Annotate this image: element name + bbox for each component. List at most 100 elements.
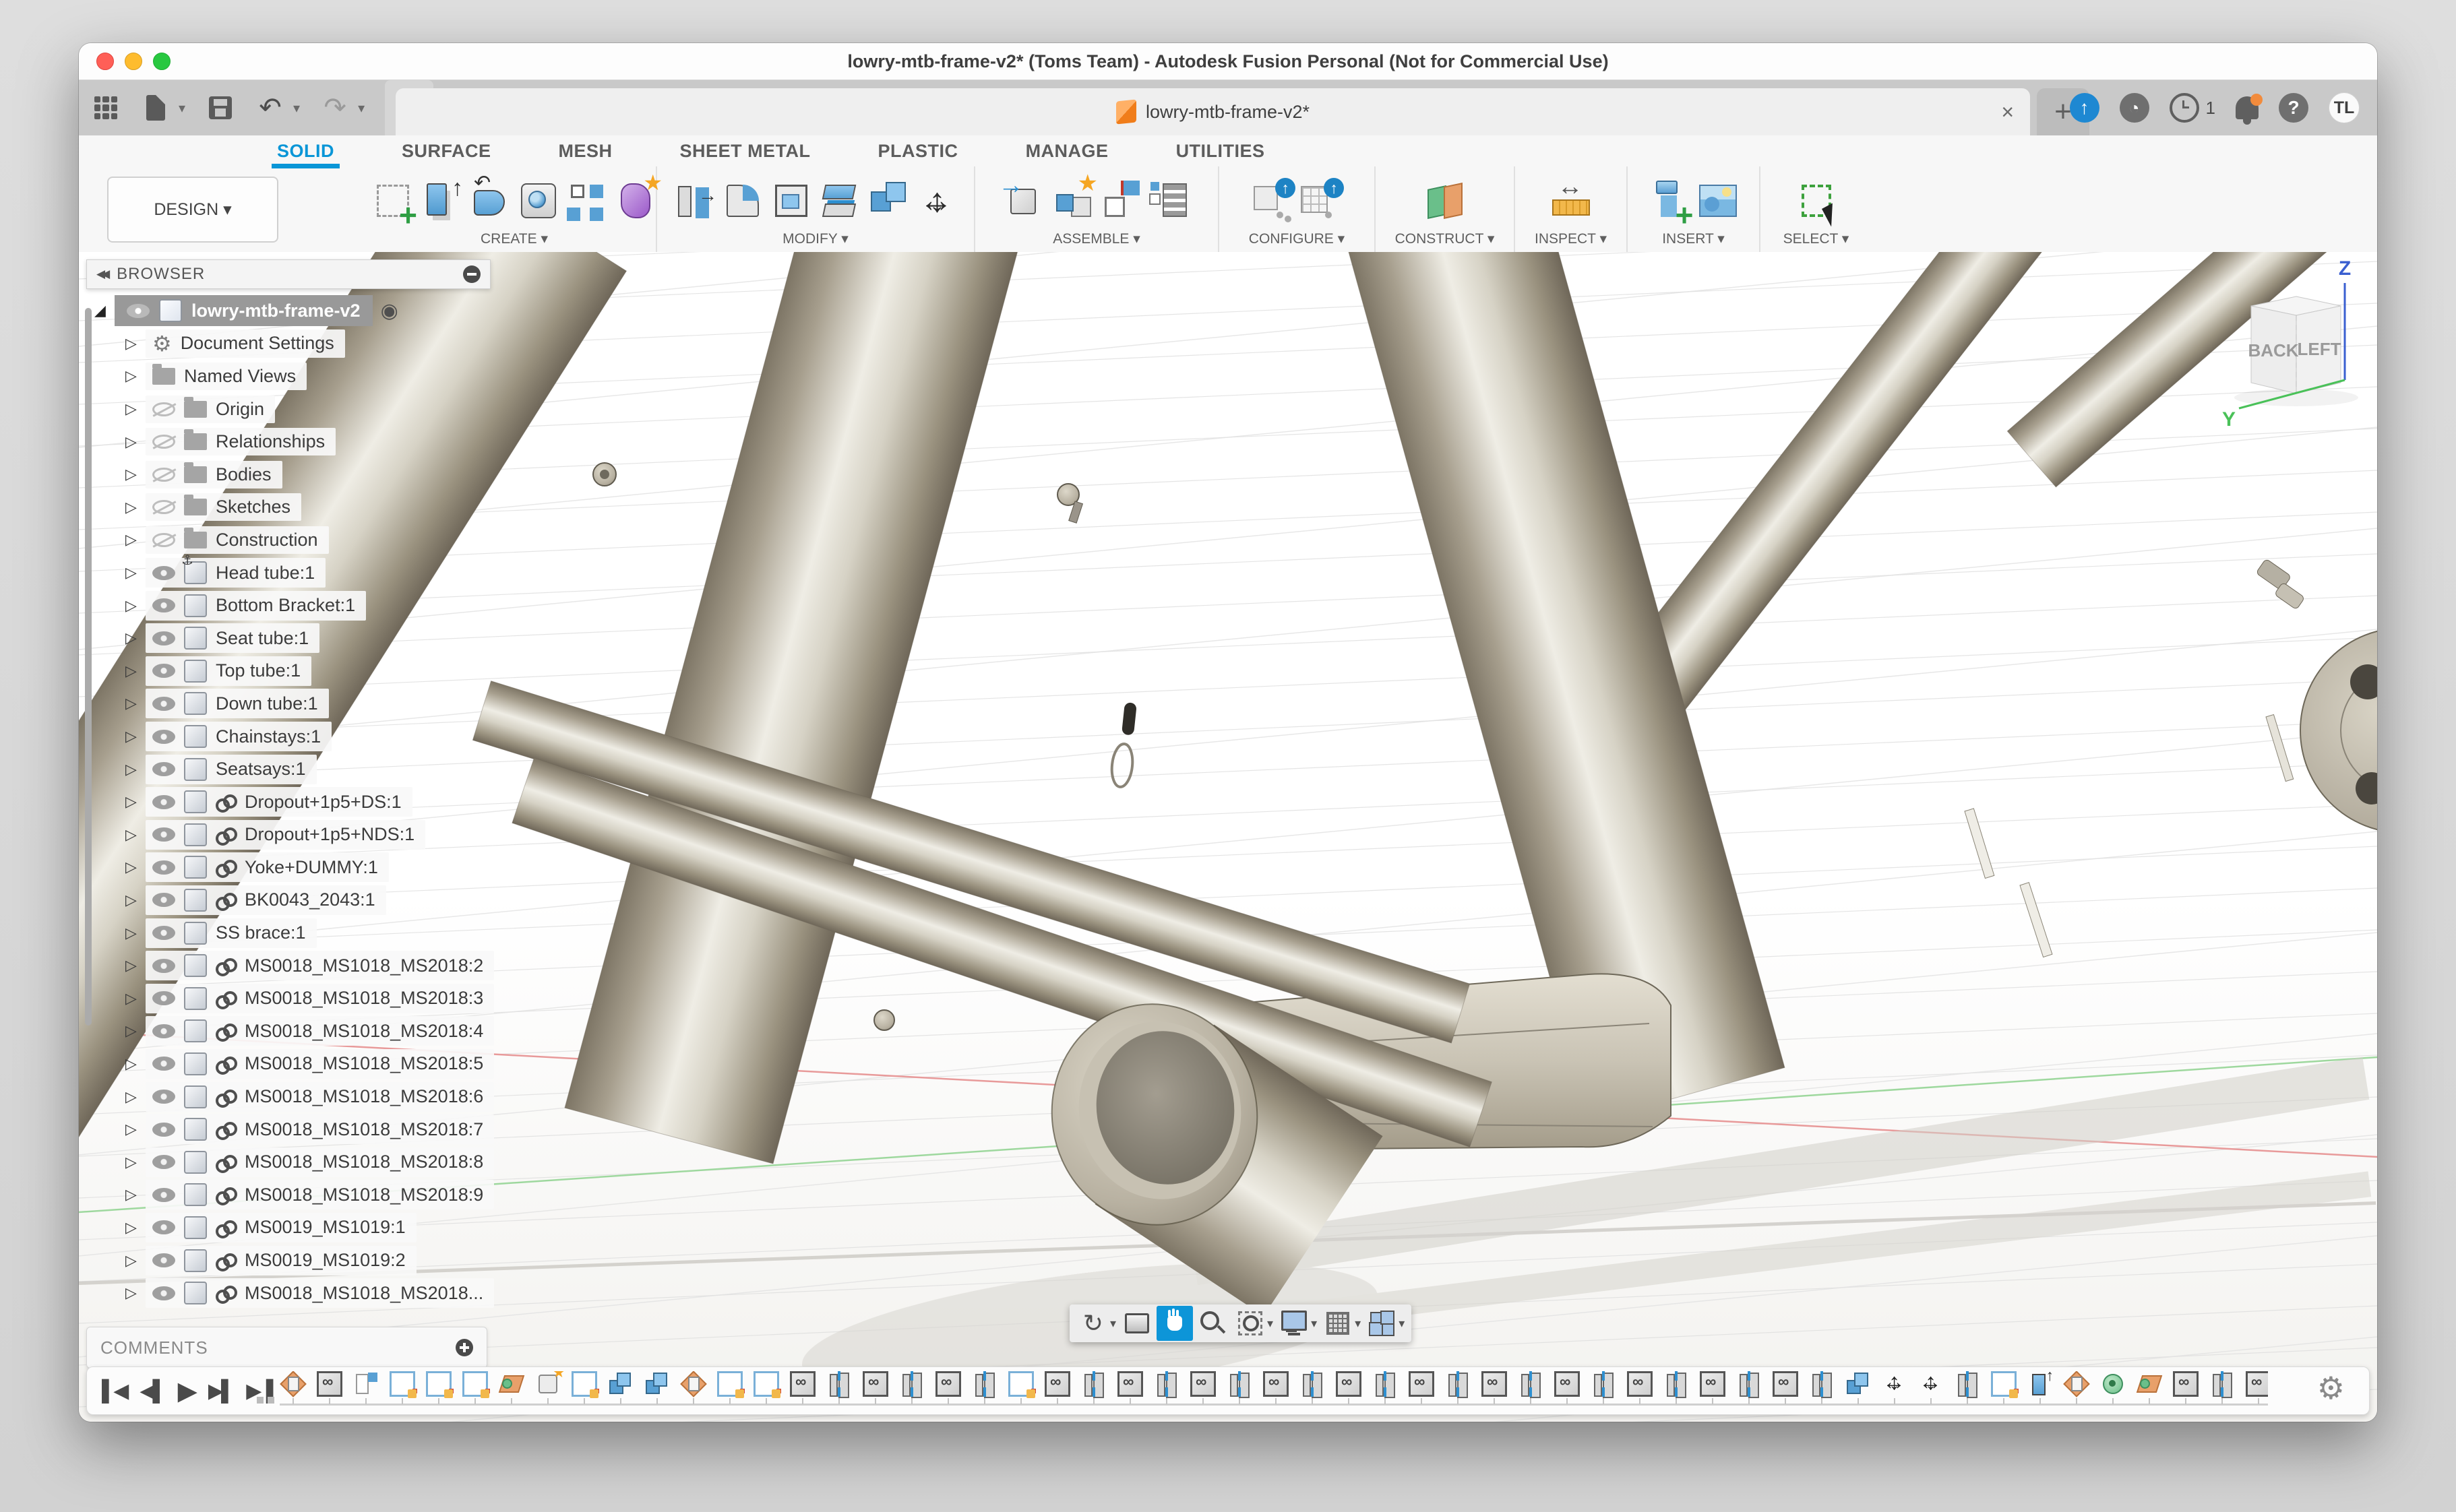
tree-row[interactable]: ▷MS0019_MS1019:1 — [86, 1211, 518, 1245]
expand-arrow-icon[interactable]: ▷ — [125, 761, 146, 778]
expand-arrow-icon[interactable]: ▷ — [125, 1154, 146, 1171]
tree-item-label[interactable]: Head tube:1 — [216, 563, 315, 584]
timeline-feature-link-icon[interactable] — [863, 1371, 888, 1397]
add-comment-icon[interactable] — [456, 1339, 473, 1356]
visibility-eye-icon[interactable] — [152, 827, 175, 842]
tab-sheet-metal[interactable]: SHEET METAL — [679, 138, 812, 164]
timeline-feature-joint-icon[interactable] — [1445, 1371, 1471, 1397]
visibility-eye-icon[interactable] — [152, 664, 175, 678]
timeline-feature-link-icon[interactable] — [1409, 1371, 1434, 1397]
timeline-feature-joint-icon[interactable] — [1518, 1371, 1543, 1397]
timeline-feature-link-icon[interactable] — [1700, 1371, 1725, 1397]
expand-arrow-icon[interactable]: ▷ — [125, 597, 146, 615]
orbit-tool[interactable] — [1075, 1306, 1111, 1341]
dropout-disc[interactable] — [2300, 628, 2377, 833]
visibility-eye-icon[interactable] — [152, 1024, 175, 1038]
timeline-feature-surface-icon[interactable] — [2137, 1371, 2162, 1397]
timeline-feature-link-icon[interactable] — [1554, 1371, 1580, 1397]
display-tool[interactable] — [1276, 1306, 1312, 1341]
tree-item-label[interactable]: MS0019_MS1019:2 — [245, 1250, 406, 1271]
tree-item-label[interactable]: Construction — [216, 530, 318, 550]
expand-arrow-icon[interactable]: ▷ — [125, 826, 146, 844]
tree-row[interactable]: ▷MS0018_MS1018_MS2018:2 — [86, 949, 518, 982]
skip-to-start-icon[interactable]: ▌◀ — [102, 1379, 126, 1403]
visibility-eye-icon[interactable] — [152, 697, 175, 711]
timeline-feature-link-icon[interactable] — [1336, 1371, 1361, 1397]
timeline-feature-combine-icon[interactable] — [608, 1371, 634, 1397]
timeline-feature-link-icon[interactable] — [1773, 1371, 1798, 1397]
visibility-eye-icon[interactable] — [152, 1155, 175, 1169]
timeline-feature-sketch-icon[interactable] — [572, 1371, 597, 1397]
tree-row[interactable]: ▷Seatsays:1 — [86, 753, 518, 786]
timeline-feature-joint-icon[interactable] — [1736, 1371, 1762, 1397]
tree-item-label[interactable]: Dropout+1p5+DS:1 — [245, 792, 402, 813]
timeline-feature-move-icon[interactable] — [1882, 1371, 1907, 1397]
group-label-insert[interactable]: INSERT ▾ — [1628, 230, 1759, 253]
hole-icon[interactable] — [517, 179, 560, 222]
tree-item-label[interactable]: Bodies — [216, 464, 272, 485]
seat-tube[interactable] — [565, 252, 1021, 1164]
tree-row[interactable]: ▷Seat tube:1 — [86, 622, 518, 655]
timeline-feature-flag-icon[interactable] — [353, 1371, 379, 1397]
timeline-feature-joint-icon[interactable] — [1081, 1371, 1107, 1397]
split-body-icon[interactable] — [818, 179, 861, 222]
file-menu-icon[interactable] — [141, 93, 171, 123]
tree-item-label[interactable]: Origin — [216, 399, 264, 420]
expand-arrow-icon[interactable]: ▷ — [125, 531, 146, 548]
tree-row[interactable]: ▷MS0019_MS1019:2 — [86, 1244, 518, 1277]
file-menu-caret-icon[interactable]: ▾ — [179, 100, 185, 117]
undo-caret-icon[interactable]: ▾ — [293, 100, 300, 117]
timeline-feature-joint-icon[interactable] — [1809, 1371, 1835, 1397]
tree-item-label[interactable]: MS0018_MS1018_MS2018:9 — [245, 1185, 483, 1205]
visibility-eye-icon[interactable] — [152, 566, 175, 580]
timeline-feature-link-icon[interactable] — [2246, 1371, 2268, 1397]
shell-icon[interactable] — [770, 179, 813, 222]
tree-item-label[interactable]: Dropout+1p5+NDS:1 — [245, 824, 415, 845]
move-copy-icon[interactable] — [915, 179, 958, 222]
expand-arrow-icon[interactable]: ▷ — [125, 662, 146, 680]
tab-plastic[interactable]: PLASTIC — [877, 138, 960, 164]
visibility-eye-icon[interactable] — [152, 1188, 175, 1202]
visibility-eye-icon[interactable] — [152, 1057, 175, 1071]
hidden-eye-icon[interactable] — [152, 435, 175, 449]
browser-root-row[interactable]: ◢ lowry-mtb-frame-v2 ◉ — [86, 294, 518, 327]
expand-arrow-icon[interactable]: ▷ — [125, 858, 146, 876]
tree-row[interactable]: ▷Sketches — [86, 491, 518, 524]
visibility-eye-icon[interactable] — [152, 1123, 175, 1137]
timeline-feature-joint-icon[interactable] — [826, 1371, 852, 1397]
timeline-feature-sketch-icon[interactable] — [754, 1371, 779, 1397]
expand-arrow-icon[interactable]: ▷ — [125, 990, 146, 1007]
derailleur-hanger[interactable] — [2256, 559, 2305, 610]
tree-item-label[interactable]: MS0018_MS1018_MS2018:5 — [245, 1053, 483, 1074]
timeline-feature-plane-icon[interactable] — [681, 1371, 706, 1397]
tree-row[interactable]: ▷SS brace:1 — [86, 916, 518, 949]
timeline-feature-joint-icon[interactable] — [1663, 1371, 1689, 1397]
visibility-eye-icon[interactable] — [152, 959, 175, 973]
tree-item-label[interactable]: Yoke+DUMMY:1 — [245, 857, 378, 878]
tree-row[interactable]: ▷Relationships — [86, 425, 518, 458]
timeline-feature-joint-icon[interactable] — [1227, 1371, 1252, 1397]
tree-row[interactable]: ▷Origin — [86, 393, 518, 426]
tree-item-label[interactable]: Relationships — [216, 431, 325, 452]
configuration-table-icon[interactable] — [1299, 179, 1343, 222]
tree-item-label[interactable]: MS0018_MS1018_MS2018:7 — [245, 1119, 483, 1140]
timeline-feature-form-icon[interactable] — [535, 1371, 561, 1397]
canvas-icon[interactable] — [1696, 179, 1740, 222]
redo-icon[interactable]: ↷ — [320, 93, 350, 123]
bom-icon[interactable] — [1148, 179, 1191, 222]
timeline-feature-move-icon[interactable] — [1918, 1371, 1944, 1397]
close-tab-icon[interactable]: × — [2001, 100, 2014, 125]
tab-utilities[interactable]: UTILITIES — [1175, 138, 1266, 164]
visibility-eye-icon[interactable] — [152, 631, 175, 645]
hidden-eye-icon[interactable] — [152, 500, 175, 514]
root-component-label[interactable]: lowry-mtb-frame-v2 — [191, 301, 361, 321]
timeline-settings-gear-icon[interactable]: ⚙ — [2317, 1370, 2345, 1406]
hidden-eye-icon[interactable] — [152, 402, 175, 416]
tab-surface[interactable]: SURFACE — [400, 138, 493, 164]
expand-arrow-icon[interactable]: ▷ — [125, 1284, 146, 1302]
joint-icon[interactable] — [1099, 179, 1142, 222]
visibility-eye-icon[interactable] — [152, 860, 175, 875]
expand-arrow-icon[interactable]: ▷ — [125, 957, 146, 974]
browser-scrollbar[interactable] — [85, 308, 92, 1026]
group-label-assemble[interactable]: ASSEMBLE ▾ — [975, 230, 1218, 253]
